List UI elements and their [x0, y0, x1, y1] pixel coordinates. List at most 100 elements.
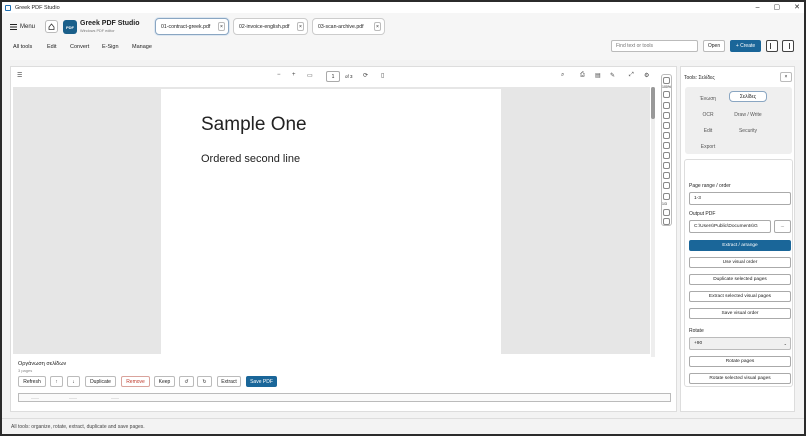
thumbnail-strip[interactable]: —— —— —— [18, 393, 671, 402]
save-pdf-button[interactable]: Save PDF [246, 376, 277, 387]
gear-icon[interactable]: ⚙ [644, 72, 649, 79]
rail-refresh-icon[interactable] [663, 218, 670, 225]
thumbnail-3[interactable]: —— [111, 395, 119, 400]
move-up-button[interactable]: ↑ [50, 376, 63, 387]
minimize-button[interactable]: – [756, 3, 760, 12]
tool-rail: 100% 1/3 [661, 74, 672, 226]
search-input[interactable] [611, 40, 698, 52]
browse-button[interactable]: ... [774, 220, 791, 233]
app-subtitle: Windows PDF editor [80, 29, 115, 33]
close-tab-icon[interactable]: × [218, 22, 225, 31]
rotate-pages-button[interactable]: Rotate pages [689, 356, 791, 367]
sidebar-title: Tools: Σελίδες [684, 75, 715, 81]
status-bar: All tools: organize, rotate, extract, du… [2, 418, 804, 434]
create-button[interactable]: + Create [730, 40, 761, 52]
two-page-icon[interactable]: ▯ [381, 72, 384, 79]
home-button[interactable] [45, 20, 58, 33]
tab-contract-greek[interactable]: 01-contract-greek.pdf × [155, 18, 229, 35]
rail-comment-icon[interactable] [663, 132, 670, 139]
edit-icon[interactable]: ✎ [610, 72, 615, 79]
keep-button[interactable]: Keep [154, 376, 175, 387]
rail-zoom-out-icon[interactable] [663, 91, 670, 98]
close-sidebar-button[interactable]: × [780, 72, 792, 82]
extract-button[interactable]: Extract [217, 376, 241, 387]
tools-sidebar: Tools: Σελίδες × Ένωση Σελίδες OCR Draw … [680, 66, 795, 412]
zoom-in-icon[interactable]: + [292, 72, 296, 78]
extract-arrange-button[interactable]: Extract / arrange [689, 240, 791, 251]
category-merge[interactable]: Ένωση [689, 93, 727, 104]
rotate-value: +90 [694, 341, 703, 346]
open-button[interactable]: Open [703, 40, 725, 52]
zoom-level: 100% [662, 85, 671, 89]
rail-search-icon[interactable] [663, 102, 670, 109]
nav-edit[interactable]: Edit [47, 44, 56, 50]
menu-label: Menu [20, 24, 36, 30]
app-header: Menu PDF Greek PDF Studio Windows PDF ed… [2, 13, 804, 60]
remove-button[interactable]: Remove [121, 376, 150, 387]
app-name: Greek PDF Studio [80, 20, 140, 27]
fit-page-icon[interactable]: ▭ [307, 72, 313, 79]
tab-scan-archive[interactable]: 03-scan-archive.pdf × [312, 18, 385, 35]
nav-convert[interactable]: Convert [70, 44, 89, 50]
rail-text-icon[interactable] [663, 152, 670, 159]
page-range-input[interactable]: 1-3 [689, 192, 791, 205]
duplicate-selected-button[interactable]: Duplicate selected pages [689, 274, 791, 285]
rail-up-icon[interactable] [663, 193, 670, 200]
refresh-button[interactable]: Refresh [18, 376, 46, 387]
nav-all-tools[interactable]: All tools [13, 44, 32, 50]
nav-manage[interactable]: Manage [132, 44, 152, 50]
rotate-right-button[interactable]: ↻ [197, 376, 212, 387]
category-pages[interactable]: Σελίδες [729, 91, 767, 102]
print-icon[interactable]: ⎙ [580, 72, 585, 79]
category-export[interactable]: Export [689, 141, 727, 152]
fullscreen-icon[interactable]: ⤢ [629, 72, 634, 79]
menu-button[interactable]: Menu [10, 24, 35, 30]
rail-zoom-in-icon[interactable] [663, 77, 670, 84]
rail-pen-icon[interactable] [663, 112, 670, 119]
left-panel-toggle-icon[interactable] [766, 40, 778, 52]
tab-invoice-english[interactable]: 02-invoice-english.pdf × [233, 18, 308, 35]
title-bar: Greek PDF Studio – ▢ ✕ [2, 2, 804, 13]
extract-selected-button[interactable]: Extract selected visual pages [689, 291, 791, 302]
right-panel-toggle-icon[interactable] [782, 40, 794, 52]
category-security[interactable]: Security [729, 125, 767, 136]
page-range-label: Page range / order [689, 183, 731, 189]
duplicate-button[interactable]: Duplicate [85, 376, 116, 387]
rotate-left-button[interactable]: ↺ [179, 376, 194, 387]
nav-esign[interactable]: E-Sign [102, 44, 119, 50]
rail-curve-icon[interactable] [663, 182, 670, 189]
pages-tool-form: Page range / order 1-3 Output PDF C:\Use… [684, 159, 793, 387]
save-icon[interactable]: ▤ [595, 72, 601, 79]
viewer-scrollbar[interactable] [651, 87, 655, 357]
category-draw-write[interactable]: Draw / Write [729, 109, 767, 120]
zoom-out-icon[interactable]: − [277, 72, 281, 78]
tab-label: 02-invoice-english.pdf [239, 23, 290, 30]
use-visual-order-button[interactable]: Use visual order [689, 257, 791, 268]
output-path-input[interactable]: C:\Users\Public\Documents\G [689, 220, 771, 233]
rotate-select[interactable]: +90 ⌄ [689, 337, 791, 350]
app-window: Greek PDF Studio – ▢ ✕ Menu PDF Greek PD… [2, 2, 804, 434]
rail-copy-icon[interactable] [663, 172, 670, 179]
rail-lock-icon[interactable] [663, 162, 670, 169]
thumbnail-1[interactable]: —— [31, 395, 39, 400]
pdf-viewer[interactable]: Sample One Ordered second line [13, 87, 650, 354]
find-icon[interactable]: ⌕ [561, 72, 564, 79]
rail-page-icon[interactable] [663, 142, 670, 149]
app-logo: PDF [63, 20, 77, 34]
close-window-button[interactable]: ✕ [794, 3, 800, 12]
close-tab-icon[interactable]: × [297, 22, 304, 31]
page-number-input[interactable]: 1 [326, 71, 340, 82]
rotate-view-icon[interactable]: ⟳ [363, 72, 368, 79]
rail-down-icon[interactable] [663, 209, 670, 216]
move-down-button[interactable]: ↓ [67, 376, 80, 387]
maximize-button[interactable]: ▢ [774, 3, 781, 12]
close-tab-icon[interactable]: × [374, 22, 381, 31]
thumbnail-2[interactable]: —— [69, 395, 77, 400]
save-visual-order-button[interactable]: Save visual order [689, 308, 791, 319]
rail-select-icon[interactable] [663, 122, 670, 129]
category-ocr[interactable]: OCR [689, 109, 727, 120]
rotate-selected-button[interactable]: Rotate selected visual pages [689, 373, 791, 384]
page-organizer: Οργάνωση σελίδων 3 pages Refresh ↑ ↓ Dup… [13, 361, 676, 411]
category-edit[interactable]: Edit [689, 125, 727, 136]
thumbnails-icon[interactable]: ☰ [17, 72, 22, 79]
